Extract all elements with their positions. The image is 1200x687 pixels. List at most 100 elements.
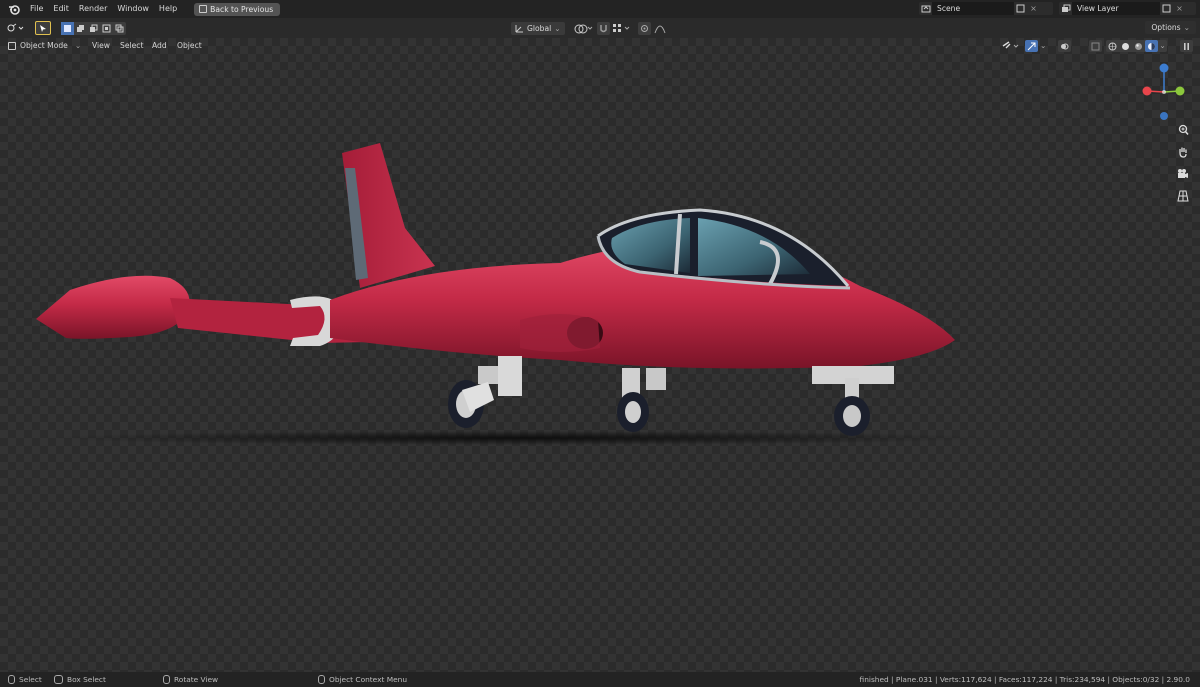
- magnet-icon: [600, 24, 607, 32]
- top-menu-bar: File Edit Render Window Help Back to Pre…: [0, 0, 1200, 18]
- transform-orientation-dropdown[interactable]: Global ⌄: [511, 21, 565, 35]
- menu-file[interactable]: File: [25, 1, 48, 17]
- status-select-hint: Select: [8, 674, 42, 685]
- view-layer-icon: [1059, 2, 1072, 15]
- overlays-toggle[interactable]: [1058, 40, 1071, 52]
- view-layer-name-field[interactable]: View Layer: [1072, 2, 1160, 15]
- viewport-header: Object Mode ⌄ View Select Add Object ⌄ ⌄: [0, 38, 1200, 54]
- new-view-layer-icon[interactable]: [1160, 2, 1173, 15]
- status-box-select-hint: Box Select: [54, 674, 106, 685]
- select-tool-button[interactable]: [35, 21, 51, 35]
- selection-mode-group[interactable]: [61, 21, 126, 35]
- scene-name-field[interactable]: Scene: [932, 2, 1014, 15]
- scene-statistics: finished | Plane.031 | Verts:117,624 | F…: [859, 675, 1190, 684]
- gizmo-toggle[interactable]: ⌄: [1025, 40, 1046, 52]
- xray-toggle[interactable]: [1089, 40, 1102, 52]
- material-shading-icon[interactable]: [1132, 40, 1145, 52]
- sidebar-toggle[interactable]: [1180, 40, 1193, 52]
- perspective-grid-icon[interactable]: [1175, 188, 1191, 204]
- wireframe-shading-icon[interactable]: [1106, 40, 1119, 52]
- 3d-viewport[interactable]: [0, 38, 1200, 672]
- header-menu-view[interactable]: View: [92, 40, 110, 52]
- navigation-gizmo[interactable]: [1138, 60, 1190, 122]
- options-dropdown[interactable]: Options ⌄: [1145, 21, 1196, 34]
- mouse-drag-icon: [54, 675, 63, 684]
- main-gear-left: [448, 356, 522, 428]
- scene-selector[interactable]: Scene ×: [919, 2, 1053, 15]
- scene-render: [36, 143, 990, 445]
- chevron-down-icon[interactable]: ⌄: [1158, 40, 1167, 52]
- chevron-down-icon: ⌄: [74, 41, 82, 50]
- axis-z-handle: [1159, 63, 1169, 73]
- mode-set-icon[interactable]: [61, 21, 74, 35]
- camera-view-icon[interactable]: [1175, 166, 1191, 182]
- new-scene-icon[interactable]: [1014, 2, 1027, 15]
- close-view-layer-icon[interactable]: ×: [1173, 2, 1186, 15]
- overlays-icon: [1061, 43, 1069, 49]
- status-select-label: Select: [19, 675, 42, 684]
- mouse-middle-icon: [163, 675, 170, 684]
- blender-logo-icon[interactable]: [7, 2, 21, 16]
- falloff-curve-icon: [654, 25, 666, 33]
- pivot-point-dropdown[interactable]: [573, 21, 593, 35]
- status-context-menu-hint: Object Context Menu: [318, 674, 407, 685]
- mouse-left-icon: [8, 675, 15, 684]
- menu-help[interactable]: Help: [154, 1, 182, 17]
- main-gear-right: [617, 368, 666, 432]
- back-icon: [199, 5, 208, 13]
- status-rotate-view-label: Rotate View: [174, 675, 219, 684]
- chevron-down-icon: ⌄: [1040, 41, 1047, 50]
- pivot-point-icon: [574, 24, 593, 33]
- axis-y-handle: [1175, 86, 1185, 96]
- solid-shading-icon[interactable]: [1119, 40, 1132, 52]
- scene-icon: [919, 2, 932, 15]
- visibility-dropdown[interactable]: [1001, 40, 1021, 52]
- orientation-label: Global: [527, 23, 552, 33]
- proportional-edit-icon: [641, 24, 648, 32]
- header-menu-add[interactable]: Add: [152, 40, 167, 52]
- wingtip-tank: [36, 275, 190, 339]
- snap-increment-icon: [613, 23, 630, 32]
- header-menu-select[interactable]: Select: [120, 40, 143, 52]
- mode-dropdown[interactable]: Object Mode ⌄: [8, 40, 81, 52]
- falloff-dropdown[interactable]: [654, 21, 666, 35]
- tool-settings-bar: Global ⌄ Options ⌄: [0, 18, 1200, 38]
- mode-label: Object Mode: [20, 41, 68, 50]
- mode-intersect-icon[interactable]: [113, 22, 126, 35]
- chevron-down-icon: ⌄: [554, 23, 561, 33]
- shading-mode-group[interactable]: ⌄: [1106, 40, 1167, 52]
- pause-icon: [1184, 42, 1189, 50]
- nose-gear: [812, 366, 894, 436]
- back-to-previous-button[interactable]: Back to Previous: [194, 2, 281, 16]
- mode-extend-icon[interactable]: [74, 22, 87, 35]
- view-layer-selector[interactable]: View Layer ×: [1059, 2, 1196, 15]
- pan-hand-icon[interactable]: [1175, 144, 1191, 160]
- header-menu-object[interactable]: Object: [177, 40, 202, 52]
- options-label: Options: [1151, 23, 1181, 32]
- close-scene-icon[interactable]: ×: [1027, 2, 1040, 15]
- chevron-down-icon: ⌄: [1183, 23, 1190, 32]
- object-mode-icon: [8, 42, 16, 50]
- mode-invert-icon[interactable]: [100, 22, 113, 35]
- proportional-edit-toggle[interactable]: [638, 21, 651, 35]
- status-bar: Select Box Select Rotate View Object Con…: [0, 672, 1200, 687]
- menu-render[interactable]: Render: [74, 1, 112, 17]
- status-box-select-label: Box Select: [67, 675, 106, 684]
- xray-icon: [1091, 42, 1100, 50]
- editor-type-icon: [7, 23, 24, 32]
- snap-toggle[interactable]: [597, 21, 610, 35]
- zoom-icon[interactable]: [1175, 122, 1191, 138]
- status-context-menu-label: Object Context Menu: [329, 675, 408, 684]
- back-to-previous-label: Back to Previous: [210, 4, 274, 14]
- orientation-icon: [515, 24, 523, 32]
- menu-window[interactable]: Window: [112, 1, 154, 17]
- mouse-right-icon: [318, 675, 325, 684]
- editor-type-dropdown[interactable]: [6, 21, 24, 35]
- gizmo-icon: [1027, 42, 1036, 50]
- axis-neg-z-handle: [1160, 112, 1168, 120]
- cursor-arrow-icon: [40, 24, 46, 32]
- mode-subtract-icon[interactable]: [87, 22, 100, 35]
- menu-edit[interactable]: Edit: [48, 1, 74, 17]
- snap-target-dropdown[interactable]: [612, 21, 632, 35]
- rendered-shading-icon[interactable]: [1145, 40, 1158, 52]
